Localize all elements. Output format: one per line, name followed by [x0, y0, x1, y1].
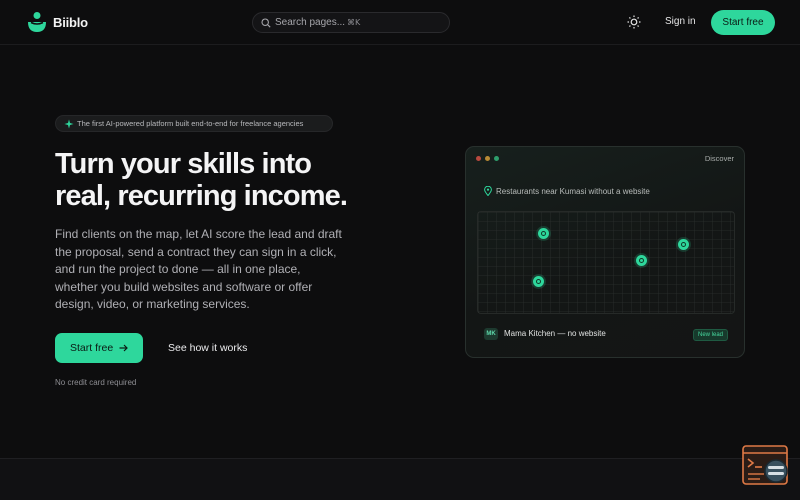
top-navigation: Biiblo Search pages... ⌘K Sign in Start …: [0, 0, 800, 45]
lead-row[interactable]: MK Mama Kitchen — no website New lead: [477, 324, 735, 346]
sun-icon[interactable]: [626, 14, 642, 30]
support-widget-icon[interactable]: [742, 445, 790, 487]
search-shortcut: ⌘K: [347, 18, 361, 27]
next-section: [0, 459, 800, 500]
map-pin-marker[interactable]: [538, 228, 549, 239]
map-pin-marker[interactable]: [678, 239, 689, 250]
badge-text: The first AI-powered platform built end-…: [77, 119, 304, 128]
hero-start-free-button[interactable]: Start free: [55, 333, 143, 363]
discover-preview-card: Discover Restaurants near Kumasi without…: [465, 146, 745, 358]
hero-description: Find clients on the map, let AI score th…: [55, 227, 342, 311]
grid-lines: [478, 212, 734, 313]
search-input[interactable]: Search pages... ⌘K: [252, 12, 450, 33]
see-how-it-works-link[interactable]: See how it works: [168, 342, 247, 354]
query-text: Restaurants near Kumasi without a websit…: [496, 187, 650, 196]
lead-name: Mama Kitchen — no website: [504, 329, 606, 338]
cta-label: Start free: [70, 342, 114, 354]
map-pin-marker[interactable]: [636, 255, 647, 266]
start-free-button[interactable]: Start free: [711, 10, 775, 35]
headline-line-2: real, recurring income.: [55, 180, 348, 212]
window-dot-amber: [485, 156, 490, 161]
arrow-right-icon: [119, 344, 128, 352]
biiblo-logo-icon[interactable]: [26, 11, 48, 33]
brand-name[interactable]: Biiblo: [53, 15, 88, 30]
new-lead-badge: New lead: [692, 329, 728, 341]
map-pin-marker[interactable]: [533, 276, 544, 287]
headline-line-1: Turn your skills into: [55, 148, 312, 180]
map-grid[interactable]: [477, 211, 735, 314]
sign-in-link[interactable]: Sign in: [665, 16, 696, 27]
sparkle-icon: [64, 119, 74, 129]
discover-tab[interactable]: Discover: [705, 154, 734, 163]
no-credit-card-note: No credit card required: [55, 378, 137, 387]
map-pin-icon: [484, 186, 492, 196]
announcement-badge: The first AI-powered platform built end-…: [55, 115, 333, 132]
window-dot-green: [494, 156, 499, 161]
search-placeholder: Search pages...: [275, 17, 346, 28]
search-icon: [261, 18, 271, 28]
window-dot-red: [476, 156, 481, 161]
hero-headline: Turn your skills into real, recurring in…: [55, 148, 415, 212]
lead-avatar: MK: [484, 328, 498, 340]
